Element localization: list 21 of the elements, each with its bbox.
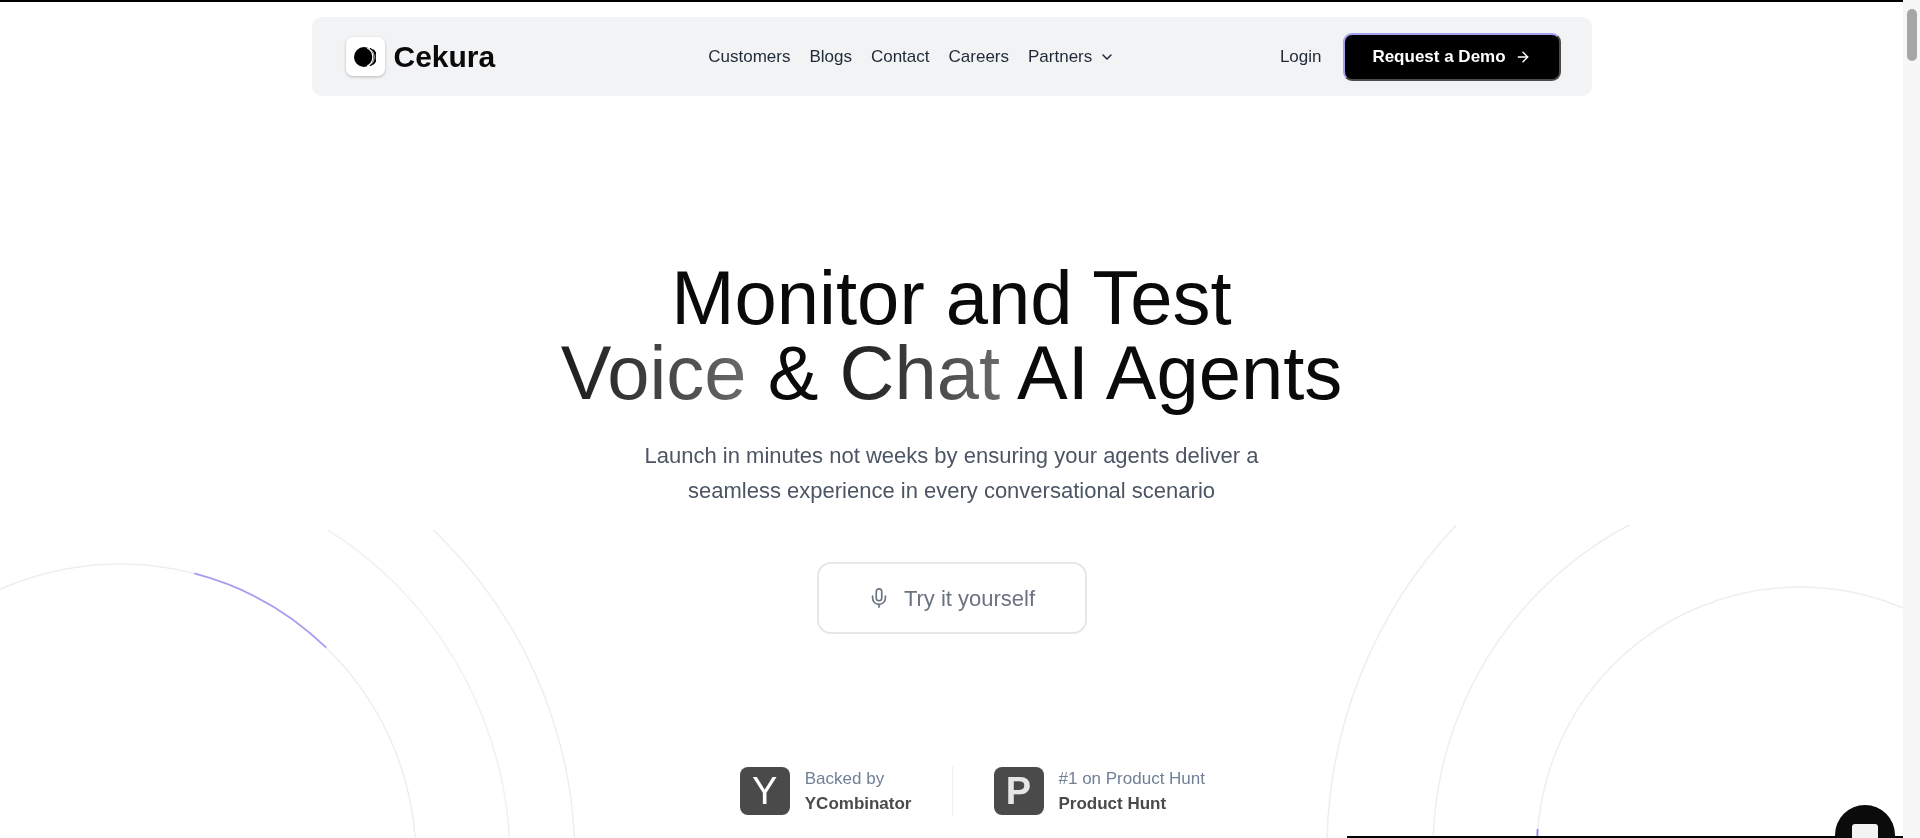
badge-caption: #1 on Product Hunt: [1058, 768, 1205, 790]
nav-link[interactable]: Customers: [708, 44, 791, 69]
logo-tile: Y: [739, 767, 790, 815]
chat-launcher-button[interactable]: [1835, 805, 1895, 838]
scrollbar-thumb[interactable]: [1906, 9, 1917, 61]
badge-title: YCombinator: [804, 793, 912, 815]
try-it-button[interactable]: Try it yourself: [816, 562, 1087, 634]
badge-title: Product Hunt: [1058, 793, 1168, 815]
logo-icon: [345, 37, 385, 76]
hero-heading: Monitor and Test Voice & Chat AI Agents: [559, 254, 1344, 417]
brand-name: Cekura: [393, 38, 496, 75]
nav-dropdown[interactable]: Partners: [1028, 44, 1116, 69]
nav-link[interactable]: Blogs: [809, 44, 852, 69]
logo-tile: P: [993, 767, 1044, 815]
nav-link[interactable]: Careers: [948, 44, 1009, 69]
nav-link[interactable]: Contact: [870, 44, 930, 69]
hero-subtitle: Launch in minutes not weeks by ensuring your agents deliver a seamless experience in every conversational scenario: [643, 442, 1260, 505]
badge-caption: Backed by: [804, 768, 886, 790]
square-icon: [1852, 824, 1878, 838]
login-link[interactable]: Login: [1279, 44, 1322, 69]
request-demo-button[interactable]: Request a Demo: [1342, 32, 1561, 81]
